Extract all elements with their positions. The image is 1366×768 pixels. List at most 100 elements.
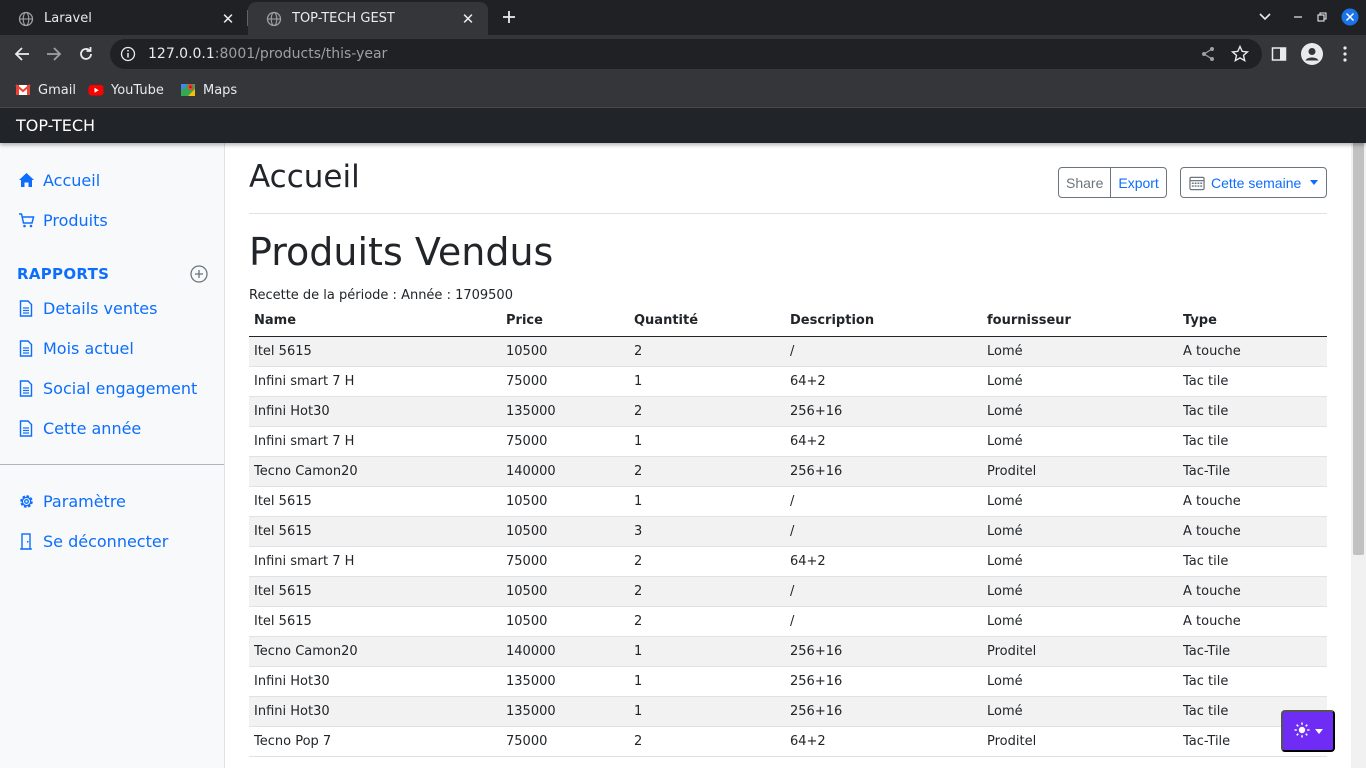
bookmark-gmail[interactable]: Gmail: [15, 81, 76, 99]
table-cell: /: [785, 516, 982, 547]
bookmark-maps[interactable]: Maps: [180, 81, 237, 99]
site-info-icon[interactable]: [120, 46, 136, 62]
theme-toggle-button[interactable]: [1281, 710, 1335, 752]
scrollbar-thumb[interactable]: [1353, 125, 1364, 555]
bookmarks-bar: Gmail YouTube Maps: [0, 73, 1366, 108]
minimize-icon[interactable]: [1290, 7, 1306, 27]
sidebar: Accueil Produits RAPPORTS Details ventes…: [0, 143, 225, 768]
tab-title: TOP-TECH GEST: [292, 11, 395, 26]
column-header: Description: [785, 306, 982, 337]
table-cell: 64+2: [785, 546, 982, 577]
title-divider: [249, 213, 1327, 214]
table-cell: 135000: [501, 666, 629, 697]
sidebar-item-produits[interactable]: Produits: [17, 208, 108, 232]
table-cell: Lomé: [982, 516, 1178, 547]
table-cell: 2: [629, 726, 785, 757]
sidebar-item-mois-actuel[interactable]: Mois actuel: [17, 336, 134, 360]
table-cell: 1: [629, 696, 785, 727]
toolbar-button-group: Share Export: [1058, 167, 1167, 198]
sidebar-item-label: Details ventes: [43, 298, 158, 318]
table-cell: Tecno Camon20: [249, 636, 501, 667]
share-icon[interactable]: [1198, 44, 1218, 64]
table-cell: Infini smart 7 H: [249, 546, 501, 577]
bookmark-label: YouTube: [111, 82, 164, 98]
table-cell: Lomé: [982, 606, 1178, 637]
table-cell: 256+16: [785, 396, 982, 427]
sidebar-item-social-engagement[interactable]: Social engagement: [17, 376, 197, 400]
table-cell: Lomé: [982, 666, 1178, 697]
page-scrollbar[interactable]: [1351, 108, 1366, 768]
table-cell: 75000: [501, 426, 629, 457]
sidebar-item-label: Social engagement: [43, 378, 198, 398]
window-close-icon[interactable]: [1340, 7, 1360, 27]
address-bar[interactable]: 127.0.0.1:8001/products/this-year: [110, 39, 1262, 69]
navbar-brand[interactable]: TOP-TECH: [16, 116, 95, 135]
app-navbar: TOP-TECH: [0, 108, 1366, 143]
profile-avatar-icon[interactable]: [1301, 43, 1323, 65]
browser-toolbar: 127.0.0.1:8001/products/this-year: [0, 35, 1366, 73]
table-cell: 10500: [501, 516, 629, 547]
table-cell: Lomé: [982, 486, 1178, 517]
new-tab-button[interactable]: [498, 6, 520, 28]
table-cell: Itel 5615: [249, 486, 501, 517]
table-cell: Itel 5615: [249, 576, 501, 607]
close-icon[interactable]: ✕: [460, 10, 476, 28]
tab-title: Laravel: [44, 11, 92, 26]
table-cell: Tac tile: [1178, 366, 1327, 397]
sidebar-item-accueil[interactable]: Accueil: [17, 168, 100, 192]
table-cell: Tac-Tile: [1178, 456, 1327, 487]
youtube-icon: [88, 82, 104, 98]
share-button[interactable]: Share: [1058, 167, 1112, 198]
reports-heading: RAPPORTS: [17, 265, 110, 283]
kebab-menu-icon[interactable]: [1335, 44, 1355, 64]
forward-arrow-icon[interactable]: [44, 44, 64, 64]
table-cell: 256+16: [785, 456, 982, 487]
table-cell: Lomé: [982, 576, 1178, 607]
table-cell: Tecno Camon20: [249, 456, 501, 487]
sidebar-item-se-deconnecter[interactable]: Se déconnecter: [17, 529, 168, 553]
table-cell: Lomé: [982, 336, 1178, 367]
sidebar-divider: [0, 464, 224, 465]
table-cell: A touche: [1178, 516, 1327, 547]
gmail-icon: [15, 82, 31, 98]
reload-icon[interactable]: [76, 44, 96, 64]
sidebar-item-cette-annee[interactable]: Cette année: [17, 416, 141, 440]
sidebar-item-label: Accueil: [43, 170, 101, 190]
tab-search-chevron-icon[interactable]: [1256, 7, 1274, 27]
table-row: Itel 5615 10500 3/Lomé A touche: [249, 516, 1327, 547]
table-cell: 75000: [501, 366, 629, 397]
table-cell: /: [785, 336, 982, 367]
close-icon[interactable]: ✕: [220, 10, 236, 28]
sidebar-item-label: Mois actuel: [43, 338, 134, 358]
browser-tab-laravel[interactable]: Laravel ✕: [0, 2, 248, 35]
table-cell: Lomé: [982, 426, 1178, 457]
sidebar-item-parametre[interactable]: Paramètre: [17, 489, 126, 513]
gear-icon: [17, 492, 35, 510]
table-cell: 2: [629, 606, 785, 637]
restore-icon[interactable]: [1314, 7, 1330, 27]
period-revenue: Recette de la période : Année : 1709500: [249, 288, 513, 303]
star-icon[interactable]: [1230, 44, 1250, 64]
period-dropdown-button[interactable]: Cette semaine: [1180, 167, 1327, 198]
table-cell: 135000: [501, 696, 629, 727]
table-cell: 3: [629, 516, 785, 547]
bookmark-youtube[interactable]: YouTube: [88, 81, 164, 99]
side-panel-icon[interactable]: [1269, 44, 1289, 64]
sidebar-item-label: Produits: [43, 210, 108, 230]
table-cell: 1: [629, 636, 785, 667]
back-arrow-icon[interactable]: [12, 44, 32, 64]
sidebar-item-details-ventes[interactable]: Details ventes: [17, 296, 157, 320]
table-cell: 2: [629, 396, 785, 427]
browser-tab-toptech[interactable]: TOP-TECH GEST ✕: [248, 2, 488, 35]
table-row: Infini smart 7 H 75000 1 64+2 Lomé Tac tile: [249, 426, 1327, 457]
table-row: Tecno Camon20 140000 1 256+16 Proditel Tac-Ti…: [249, 636, 1327, 667]
table-cell: Lomé: [982, 396, 1178, 427]
table-cell: Tac-Tile: [1178, 636, 1327, 667]
add-report-icon[interactable]: [189, 264, 209, 284]
table-cell: /: [785, 606, 982, 637]
table-row: Infini Hot30 135000 1 256+16 Lomé Tac tile: [249, 696, 1327, 727]
sun-icon: [1294, 722, 1310, 741]
table-cell: A touche: [1178, 336, 1327, 367]
table-cell: Itel 5615: [249, 606, 501, 637]
export-button[interactable]: Export: [1111, 167, 1167, 198]
